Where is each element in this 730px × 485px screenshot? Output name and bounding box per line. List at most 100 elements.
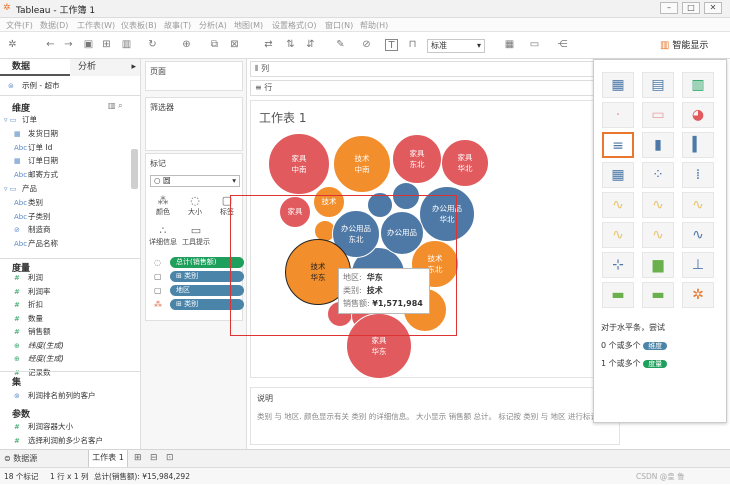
chart-type-thumbnail[interactable]: ≡ xyxy=(602,132,634,158)
pill-region-label[interactable]: 地区 xyxy=(170,285,244,296)
chart-type-thumbnail[interactable]: ▦ xyxy=(602,72,634,98)
filters-shelf[interactable]: 筛选器 xyxy=(145,97,243,151)
pill-category-color[interactable]: ⊞ 类别 xyxy=(170,299,244,310)
dimension-item[interactable]: Abc类别 xyxy=(14,198,43,208)
duplicate-icon[interactable]: ⧉ xyxy=(208,39,221,51)
measure-item[interactable]: # 利润 xyxy=(14,273,43,283)
rows-shelf[interactable]: ≡ 行 xyxy=(250,80,595,96)
chart-type-thumbnail[interactable]: ◕ xyxy=(682,102,714,128)
menu-data[interactable]: 数据(D) xyxy=(40,20,68,31)
new-sheet-icon[interactable]: ⊕ xyxy=(180,39,193,51)
chart-type-thumbnail[interactable]: ∿ xyxy=(642,222,674,248)
datasource-item[interactable]: ⊜ 示例 - 超市 xyxy=(8,81,59,91)
group-icon[interactable]: ⊘ xyxy=(360,39,373,51)
chart-type-thumbnail[interactable]: ▮ xyxy=(642,132,674,158)
pill-category-label[interactable]: ⊞ 类别 xyxy=(170,271,244,282)
measure-item[interactable]: # 利润率 xyxy=(14,287,51,297)
save-icon[interactable]: ▣ xyxy=(82,39,95,51)
share-icon[interactable]: ⋲ xyxy=(556,39,569,51)
sort-asc-icon[interactable]: ⇅ xyxy=(284,39,297,51)
clear-sheet-icon[interactable]: ⊠ xyxy=(228,39,241,51)
tab-analysis[interactable]: 分析 ▸ xyxy=(70,59,140,76)
dimension-item[interactable]: ▦ 订单日期 xyxy=(14,156,58,166)
maximize-button[interactable]: □ xyxy=(682,2,700,14)
chart-type-thumbnail[interactable]: ⊹ xyxy=(602,252,634,278)
tab-sheet-1[interactable]: 工作表 1 xyxy=(88,450,128,468)
dimension-item[interactable]: Abc产品名称 xyxy=(14,239,58,249)
label-button[interactable]: ▢ 标签 xyxy=(216,194,238,218)
dimension-item[interactable]: ▦ 发货日期 xyxy=(14,129,58,139)
measure-item[interactable]: # 销售额 xyxy=(14,327,51,337)
chart-type-thumbnail[interactable]: ∿ xyxy=(602,192,634,218)
param-item[interactable]: # 利润容器大小 xyxy=(14,422,73,432)
minimize-button[interactable]: – xyxy=(660,2,678,14)
tab-datasource[interactable]: ⊜ 数据源 xyxy=(4,453,37,464)
refresh-icon[interactable]: ↻ xyxy=(146,39,159,51)
chart-type-thumbnail[interactable]: ▦ xyxy=(602,162,634,188)
new-worksheet-icon[interactable]: ⊞ xyxy=(134,453,142,463)
new-story-icon[interactable]: ⊡ xyxy=(166,453,174,463)
measure-item[interactable]: ⊕ 纬度(生成) xyxy=(14,341,64,351)
dimension-item[interactable]: ⊘ 制造商 xyxy=(14,225,51,235)
chart-type-thumbnail[interactable]: ▬ xyxy=(642,282,674,308)
close-button[interactable]: ✕ xyxy=(704,2,722,14)
menu-file[interactable]: 文件(F) xyxy=(6,20,33,31)
chart-type-thumbnail[interactable]: ▥ xyxy=(682,72,714,98)
highlight-icon[interactable]: ✎ xyxy=(334,39,347,51)
menu-map[interactable]: 地图(M) xyxy=(234,20,263,31)
pages-shelf[interactable]: 页面 xyxy=(145,61,243,91)
chart-type-thumbnail[interactable]: ∿ xyxy=(682,192,714,218)
menu-dashboard[interactable]: 仪表板(B) xyxy=(121,20,157,31)
chart-type-thumbnail[interactable]: ⊥ xyxy=(682,252,714,278)
chart-type-thumbnail[interactable]: ▬ xyxy=(602,282,634,308)
dimension-item[interactable]: ▿ ▭ 订单 xyxy=(4,115,37,125)
tableau-home-icon[interactable]: ✲ xyxy=(6,39,19,51)
chart-type-thumbnail[interactable]: · xyxy=(602,102,634,128)
mark-type-dropdown[interactable]: ○ 圆 ▾ xyxy=(150,175,240,187)
bubble-mark[interactable] xyxy=(392,182,420,210)
tab-data[interactable]: 数据 xyxy=(0,59,70,76)
measure-item[interactable]: # 折扣 xyxy=(14,300,43,310)
menu-analysis[interactable]: 分析(A) xyxy=(199,20,227,31)
chart-type-thumbnail[interactable]: ▭ xyxy=(642,102,674,128)
chart-type-thumbnail[interactable]: ▤ xyxy=(642,72,674,98)
chart-type-thumbnail[interactable]: ⁞ xyxy=(682,162,714,188)
menu-help[interactable]: 帮助(H) xyxy=(360,20,388,31)
measure-item[interactable]: ⊕ 经度(生成) xyxy=(14,354,64,364)
size-button[interactable]: ◌ 大小 xyxy=(184,194,206,218)
menu-story[interactable]: 故事(T) xyxy=(164,20,191,31)
menu-worksheet[interactable]: 工作表(W) xyxy=(77,20,115,31)
chart-type-thumbnail[interactable]: ∿ xyxy=(602,222,634,248)
show-me-button[interactable]: ▥ 智能显示 xyxy=(660,39,728,53)
dimension-item[interactable]: ▿ ▭ 产品 xyxy=(4,184,37,194)
chart-type-thumbnail[interactable]: ∿ xyxy=(642,192,674,218)
detail-button[interactable]: ∴ 详细信息 xyxy=(148,224,178,248)
pill-sum-sales[interactable]: 总计(销售额) xyxy=(170,257,244,268)
swap-icon[interactable]: ⇄ xyxy=(262,39,275,51)
search-icon[interactable]: ▥ ⌕ xyxy=(108,101,123,111)
new-datasource-icon[interactable]: ⊞ xyxy=(100,39,113,51)
menu-format[interactable]: 设置格式(O) xyxy=(272,20,317,31)
menu-window[interactable]: 窗口(N) xyxy=(325,20,353,31)
dimension-item[interactable]: Abc订单 Id xyxy=(14,143,52,153)
param-item[interactable]: # 选择利润前多少名客户 xyxy=(14,436,103,446)
forward-icon[interactable]: → xyxy=(62,39,75,51)
new-dashboard-icon[interactable]: ⊟ xyxy=(150,453,158,463)
scrollbar[interactable] xyxy=(131,149,138,189)
chart-type-thumbnail[interactable]: ▍ xyxy=(682,132,714,158)
sort-desc-icon[interactable]: ⇵ xyxy=(304,39,317,51)
chart-type-thumbnail[interactable]: ✲ xyxy=(682,282,714,308)
pause-update-icon[interactable]: ▥ xyxy=(120,39,133,51)
show-cards-icon[interactable]: ▦ xyxy=(503,39,516,51)
color-button[interactable]: ⁂ 颜色 xyxy=(152,194,174,218)
dimension-item[interactable]: Abc邮寄方式 xyxy=(14,170,58,180)
columns-shelf[interactable]: ⦀ 列 xyxy=(250,61,595,77)
pin-axis-icon[interactable]: ⊓ xyxy=(406,39,419,51)
chart-type-thumbnail[interactable]: ⁘ xyxy=(642,162,674,188)
chart-type-thumbnail[interactable]: ▆ xyxy=(642,252,674,278)
back-icon[interactable]: ← xyxy=(44,39,57,51)
dimension-item[interactable]: Abc子类别 xyxy=(14,212,51,222)
measure-item[interactable]: # 数量 xyxy=(14,314,43,324)
tooltip-button[interactable]: ▭ 工具提示 xyxy=(180,224,212,248)
set-item[interactable]: ⊚ 利润排名前列的客户 xyxy=(14,391,96,401)
